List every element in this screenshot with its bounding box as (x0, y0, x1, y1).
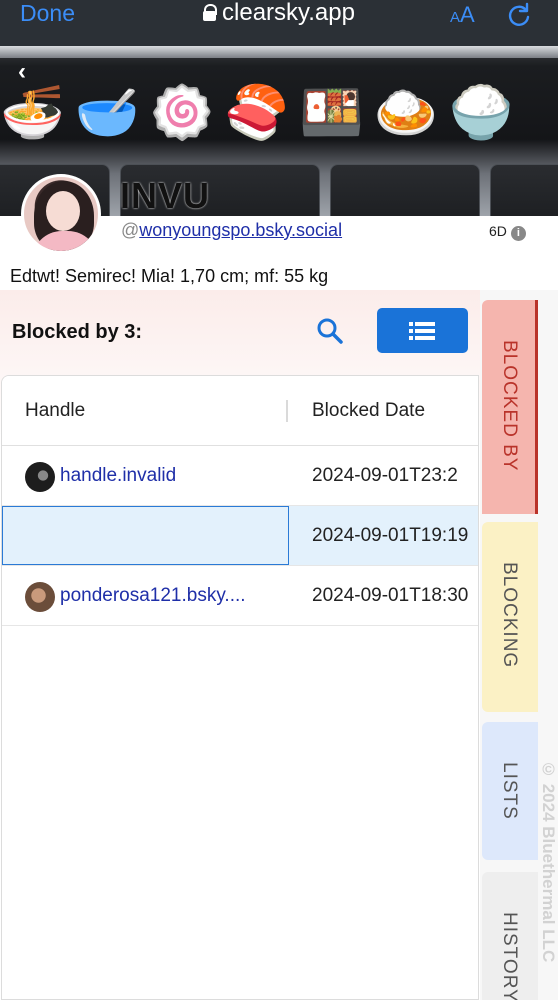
display-name: INVU (120, 175, 211, 216)
banner-emoji-row: 🍜🥣🍥🍣🍱🍛🍚 (0, 84, 524, 142)
text-size-button[interactable]: AA (450, 2, 475, 28)
table-header: Handle Blocked Date (2, 376, 478, 446)
blocked-table: Handle Blocked Date handle.invalid 2024-… (1, 375, 479, 1000)
search-icon[interactable] (315, 316, 345, 346)
tab-lists[interactable]: LISTS (482, 722, 538, 860)
column-header-handle[interactable]: Handle (25, 400, 85, 422)
lock-icon (203, 4, 218, 21)
tab-blocked-by[interactable]: BLOCKED BY (482, 300, 538, 514)
list-icon (409, 322, 435, 340)
blocked-by-panel: Blocked by 3: Handle Blocked Date handle… (0, 290, 480, 1000)
account-age: 6D i (489, 223, 526, 241)
handle-link[interactable]: ponderosa121.bsky.... (60, 585, 246, 607)
profile-handle-link[interactable]: wonyoungspo.bsky.social (139, 220, 342, 240)
column-resize-handle[interactable] (286, 400, 288, 422)
blocked-date: 2024-09-01T18:30 (312, 585, 469, 606)
blocked-count-title: Blocked by 3: (12, 321, 143, 343)
back-chevron-icon[interactable]: ‹ (18, 58, 26, 86)
table-row[interactable]: ponderosa121.bsky.... 2024-09-01T18:30 (2, 566, 478, 626)
browser-toolbar: Done clearsky.app AA (0, 0, 558, 46)
table-row[interactable]: 2024-09-01T19:19 (2, 506, 478, 566)
blocked-date: 2024-09-01T19:19 (312, 525, 469, 546)
blocked-date: 2024-09-01T23:2 (312, 465, 458, 486)
profile-bio: Edtwt! Semirec! Mia! 1,70 cm; mf: 55 kg (10, 266, 329, 286)
column-header-date[interactable]: Blocked Date (312, 400, 425, 422)
user-avatar (25, 462, 55, 492)
copyright-text: © 2024 Bluethermal LLC (539, 760, 558, 963)
list-view-button[interactable] (377, 308, 468, 353)
profile-handle: @wonyoungspo.bsky.social (121, 220, 343, 240)
handle-link[interactable]: handle.invalid (60, 465, 176, 487)
profile-avatar (21, 174, 101, 254)
selected-cell[interactable] (2, 506, 289, 565)
url-text: clearsky.app (222, 0, 355, 26)
table-row[interactable]: handle.invalid 2024-09-01T23:2 (2, 446, 478, 506)
info-icon[interactable]: i (510, 226, 526, 241)
user-avatar (25, 582, 55, 612)
tab-history[interactable]: HISTORY (482, 872, 538, 1000)
tab-blocking[interactable]: BLOCKING (482, 522, 538, 712)
reload-icon[interactable] (506, 2, 532, 28)
